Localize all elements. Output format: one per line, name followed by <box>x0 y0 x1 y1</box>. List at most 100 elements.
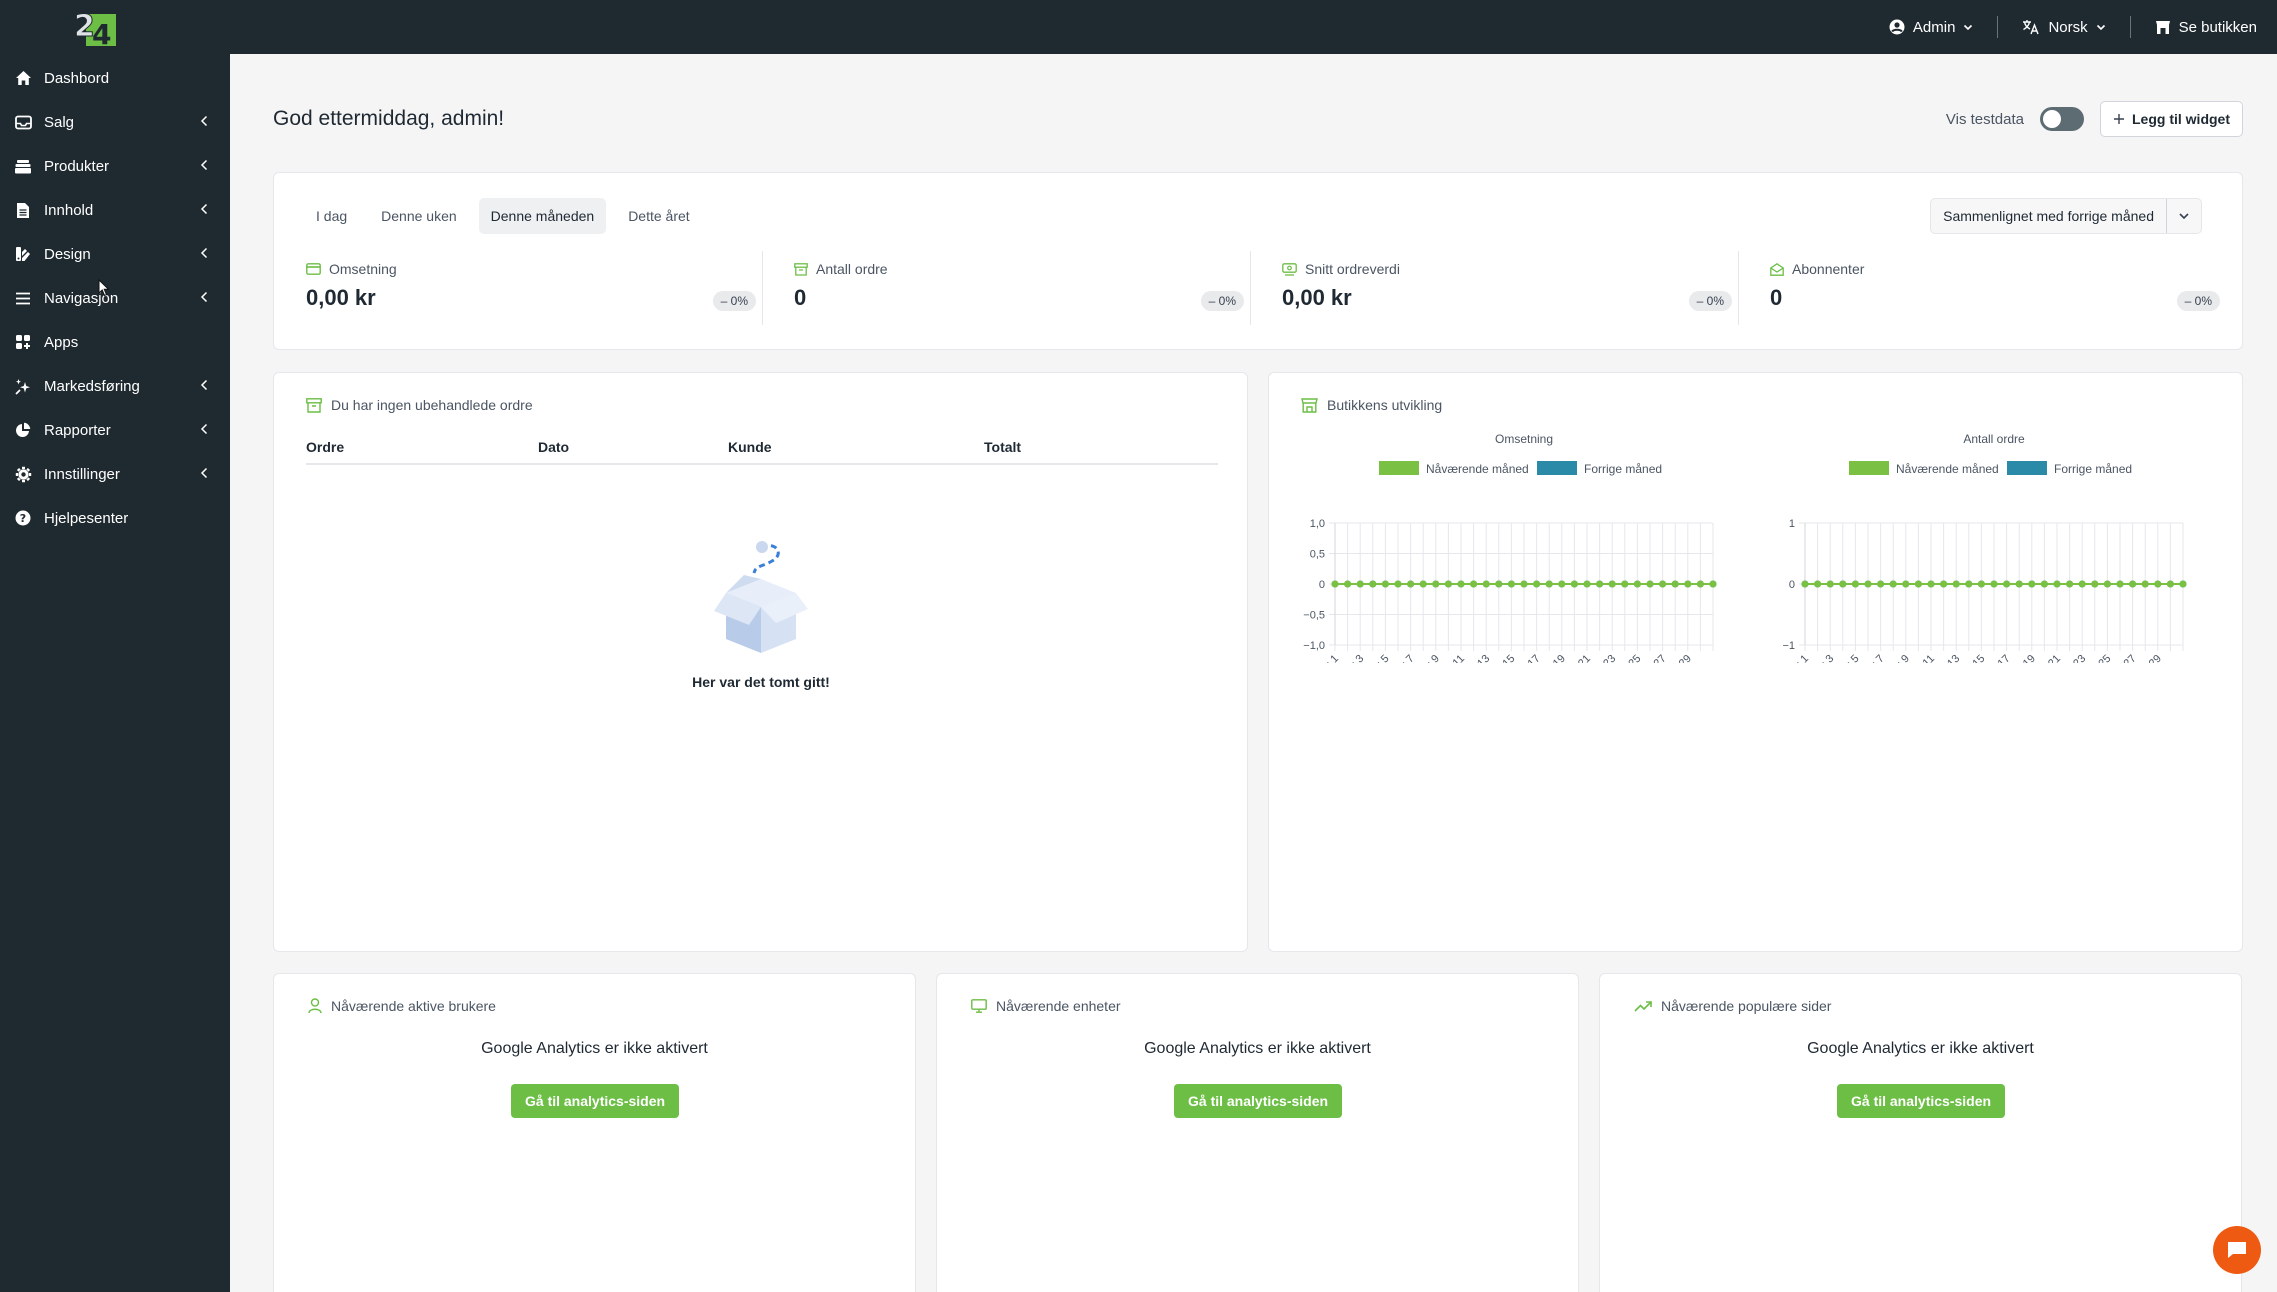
compare-select[interactable]: Sammenlignet med forrige måned <box>1930 198 2202 234</box>
card-title: Nåværende aktive brukere <box>308 998 496 1014</box>
x-tick-label: Dag 9 <box>1413 653 1442 663</box>
sidebar-item-hjelpesenter[interactable]: ? Hjelpesenter <box>0 496 230 540</box>
stat-label: Omsetning <box>329 261 397 277</box>
column-header[interactable]: Totalt <box>984 439 1184 455</box>
column-header[interactable]: Ordre <box>306 439 538 455</box>
data-point <box>2066 580 2074 588</box>
x-tick-label: Dag 1 <box>1312 653 1341 663</box>
stat-value: 0,00 kr <box>306 285 376 310</box>
sidebar-item-dashbord[interactable]: Dashbord <box>0 56 230 100</box>
store-icon <box>2155 21 2170 34</box>
sidebar-item-apps[interactable]: Apps <box>0 320 230 364</box>
go-to-analytics-button[interactable]: Gå til analytics-siden <box>1837 1084 2006 1118</box>
y-tick-label: 0 <box>1319 579 1325 591</box>
column-header[interactable]: Dato <box>538 439 728 455</box>
unprocessed-orders-card: Du har ingen ubehandlede ordre Ordre Dat… <box>273 372 1248 952</box>
data-point <box>2166 580 2174 588</box>
document-icon <box>14 201 32 219</box>
archive-box-icon <box>794 262 808 276</box>
data-point <box>1533 580 1541 588</box>
sidebar-item-innstillinger[interactable]: Innstillinger <box>0 452 230 496</box>
x-tick-label: Dag 9 <box>1883 653 1912 663</box>
card-title: Nåværende enheter <box>971 998 1121 1014</box>
sidebar-item-produkter[interactable]: Produkter <box>0 144 230 188</box>
period-tabs: I dag Denne uken Denne måneden Dette åre… <box>304 198 702 234</box>
data-point <box>2003 580 2011 588</box>
sidebar-item-label: Apps <box>44 333 79 351</box>
data-point <box>1965 580 1973 588</box>
testdata-toggle[interactable] <box>2040 107 2084 131</box>
data-point <box>1990 580 1998 588</box>
chat-button[interactable] <box>2213 1226 2261 1274</box>
plus-icon <box>2114 114 2124 124</box>
sidebar-item-innhold[interactable]: Innhold <box>0 188 230 232</box>
view-store-link[interactable]: Se butikken <box>2131 0 2257 54</box>
x-tick-label: Dag 5 <box>1362 653 1391 663</box>
data-point <box>1432 580 1440 588</box>
svg-text:?: ? <box>20 512 26 525</box>
data-point <box>1839 580 1847 588</box>
main-content: God ettermiddag, admin! Vis testdata Leg… <box>230 54 2277 1292</box>
tab-i-dag[interactable]: I dag <box>304 198 359 234</box>
go-to-analytics-button[interactable]: Gå til analytics-siden <box>1174 1084 1343 1118</box>
user-circle-icon <box>1889 19 1905 35</box>
stat-label: Antall ordre <box>816 261 888 277</box>
user-menu[interactable]: Admin <box>1865 0 1998 54</box>
data-point <box>1659 580 1667 588</box>
palette-icon <box>14 245 32 263</box>
data-point <box>1621 580 1629 588</box>
add-widget-button[interactable]: Legg til widget <box>2100 101 2243 137</box>
sidebar-item-label: Hjelpesenter <box>44 509 129 527</box>
data-point <box>2091 580 2099 588</box>
user-menu-label: Admin <box>1912 18 1956 36</box>
tab-denne-uken[interactable]: Denne uken <box>369 198 469 234</box>
data-point <box>1864 580 1872 588</box>
translate-icon <box>2023 20 2040 35</box>
chevron-left-icon <box>200 423 208 435</box>
column-header[interactable]: Kunde <box>728 439 984 455</box>
revenue-line-chart: Omsetning Nåværende måned Forrige måned 1,0… <box>1303 432 1717 663</box>
go-to-analytics-button[interactable]: Gå til analytics-siden <box>511 1084 680 1118</box>
sidebar-item-label: Salg <box>44 113 75 131</box>
home-icon <box>14 69 32 87</box>
chevron-down-icon <box>2167 210 2201 222</box>
data-point <box>2179 580 2187 588</box>
menu-icon <box>14 289 32 307</box>
data-point <box>2053 580 2061 588</box>
divider <box>1738 251 1739 325</box>
tab-dette-aret[interactable]: Dette året <box>616 198 701 234</box>
data-point <box>1495 580 1503 588</box>
data-point <box>1902 580 1910 588</box>
data-point <box>1394 580 1402 588</box>
data-point <box>1696 580 1704 588</box>
sidebar-item-navigasjon[interactable]: Navigasjon <box>0 276 230 320</box>
svg-text:4: 4 <box>92 18 111 48</box>
logo[interactable]: 2 4 <box>72 6 118 48</box>
data-point <box>1596 580 1604 588</box>
receipt-icon <box>1282 262 1297 276</box>
change-badge: – 0% <box>1688 291 1732 311</box>
stat-label: Abonnenter <box>1792 261 1865 277</box>
tab-denne-maneden[interactable]: Denne måneden <box>478 198 607 234</box>
data-point <box>1344 580 1352 588</box>
pie-chart-icon <box>14 421 32 439</box>
data-point <box>1952 580 1960 588</box>
language-menu[interactable]: Norsk <box>1998 0 2129 54</box>
data-point <box>1331 580 1339 588</box>
chevron-left-icon <box>200 291 208 303</box>
chart-title: Omsetning <box>1495 432 1553 446</box>
sidebar-item-rapporter[interactable]: Rapporter <box>0 408 230 452</box>
sidebar-item-salg[interactable]: Salg <box>0 100 230 144</box>
sidebar-item-markedsforing[interactable]: Markedsføring <box>0 364 230 408</box>
chevron-left-icon <box>200 115 208 127</box>
y-tick-label: 1,0 <box>1310 518 1325 530</box>
data-point <box>2040 580 2048 588</box>
legend-swatch <box>1849 461 1889 475</box>
card-title-label: Nåværende aktive brukere <box>331 998 496 1014</box>
sidebar-item-design[interactable]: Design <box>0 232 230 276</box>
chevron-left-icon <box>200 379 208 391</box>
data-point <box>2015 580 2023 588</box>
x-tick-label: Dag 3 <box>1807 653 1836 663</box>
x-tick-label: Dag 7 <box>1387 653 1416 663</box>
analytics-card-active-users: Nåværende aktive brukere Google Analytic… <box>273 973 916 1292</box>
